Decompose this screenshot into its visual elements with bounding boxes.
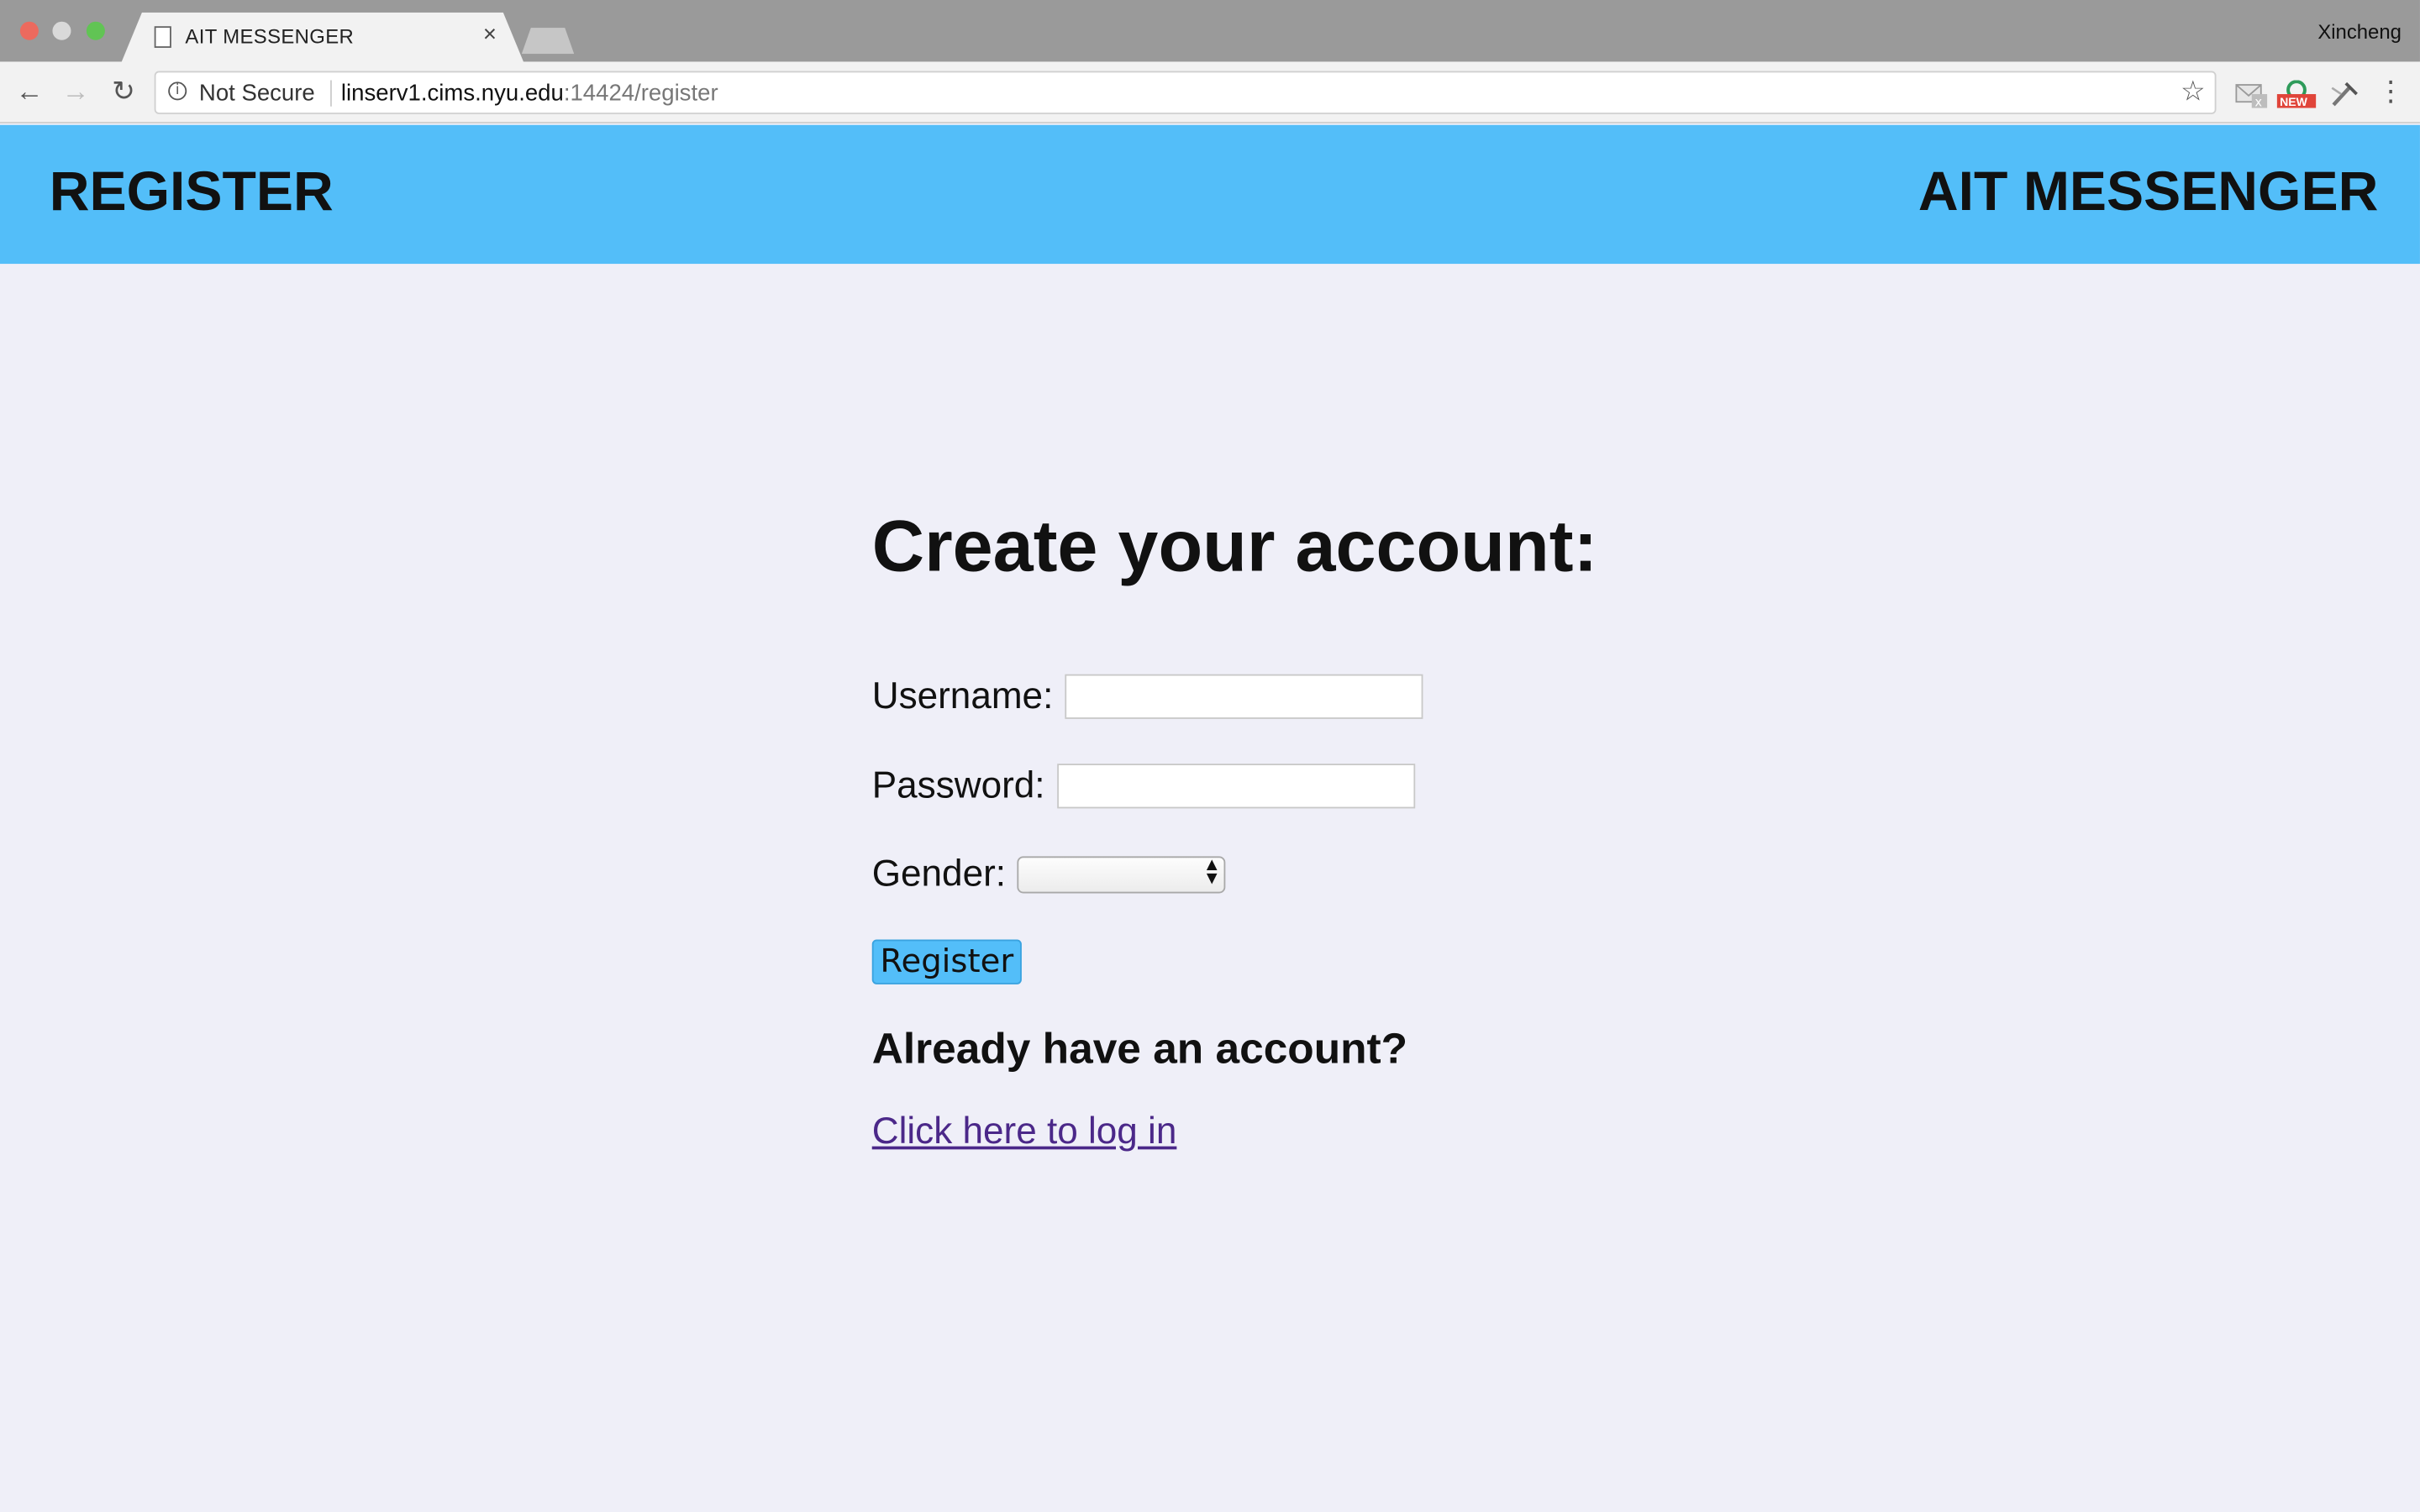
header-app-name: AIT MESSENGER	[1918, 159, 2379, 223]
forward-arrow-icon[interactable]: →	[59, 74, 92, 108]
tab-close-icon[interactable]: ×	[483, 22, 497, 50]
bookmark-star-icon[interactable]: ☆	[2181, 76, 2206, 108]
username-label: Username:	[871, 675, 1054, 717]
page-viewport: REGISTER AIT MESSENGER Create your accou…	[0, 124, 2420, 1512]
back-arrow-icon[interactable]: ←	[13, 74, 46, 108]
username-row: Username:	[871, 674, 1424, 719]
new-badge-text: NEW	[2280, 95, 2308, 108]
security-label[interactable]: Not Secure	[199, 81, 315, 107]
close-window-button[interactable]	[19, 21, 39, 40]
url-path: :14424/register	[563, 80, 718, 107]
info-icon[interactable]: i	[168, 81, 187, 101]
gender-row: Gender: ▲ ▼	[872, 853, 1225, 896]
gender-select[interactable]: ▲ ▼	[1016, 856, 1225, 894]
url-host: linserv1.cims.nyu.edu	[340, 80, 564, 107]
profile-name[interactable]: Xincheng	[2317, 20, 2402, 44]
register-form: Create your account: Username: Password:…	[871, 503, 1953, 1152]
address-bar[interactable]: i Not Secure linserv1.cims.nyu.edu:14424…	[154, 71, 2217, 114]
extension-new-badge-icon[interactable]: NEW	[2275, 80, 2317, 108]
url-text[interactable]: linserv1.cims.nyu.edu:14424/register	[341, 81, 718, 107]
document-icon	[154, 26, 171, 48]
mail-extension-icon[interactable]: x	[2235, 81, 2269, 108]
site-header: REGISTER AIT MESSENGER	[0, 124, 2420, 265]
minimize-window-button[interactable]	[52, 21, 71, 40]
register-button[interactable]: Register	[871, 939, 1022, 984]
title-bar: AIT MESSENGER × Xincheng	[0, 0, 2420, 66]
new-tab-button[interactable]	[521, 28, 575, 55]
svg-text:x: x	[2254, 96, 2262, 108]
password-input[interactable]	[1057, 764, 1416, 809]
reload-icon[interactable]: ↻	[107, 74, 140, 108]
address-separator	[330, 80, 332, 107]
select-arrows-icon: ▲ ▼	[1206, 858, 1218, 888]
login-link[interactable]: Click here to log in	[872, 1110, 1177, 1153]
tab-title: AIT MESSENGER	[185, 24, 355, 48]
browser-toolbar: ← → ↻ i Not Secure linserv1.cims.nyu.edu…	[0, 61, 2420, 123]
gender-label: Gender:	[871, 853, 1007, 895]
password-label: Password:	[871, 764, 1045, 806]
password-row: Password:	[871, 764, 1416, 809]
eyedropper-extension-icon[interactable]	[2329, 81, 2360, 108]
maximize-window-button[interactable]	[86, 21, 105, 40]
login-prompt: Already have an account?	[871, 1024, 1408, 1073]
header-page-title: REGISTER	[49, 159, 334, 223]
browser-window: AIT MESSENGER × Xincheng ← → ↻ i Not Sec…	[0, 0, 2420, 1512]
username-input[interactable]	[1065, 674, 1424, 719]
browser-menu-icon[interactable]: ⋮	[2377, 74, 2405, 108]
page-title: Create your account:	[871, 504, 1598, 586]
